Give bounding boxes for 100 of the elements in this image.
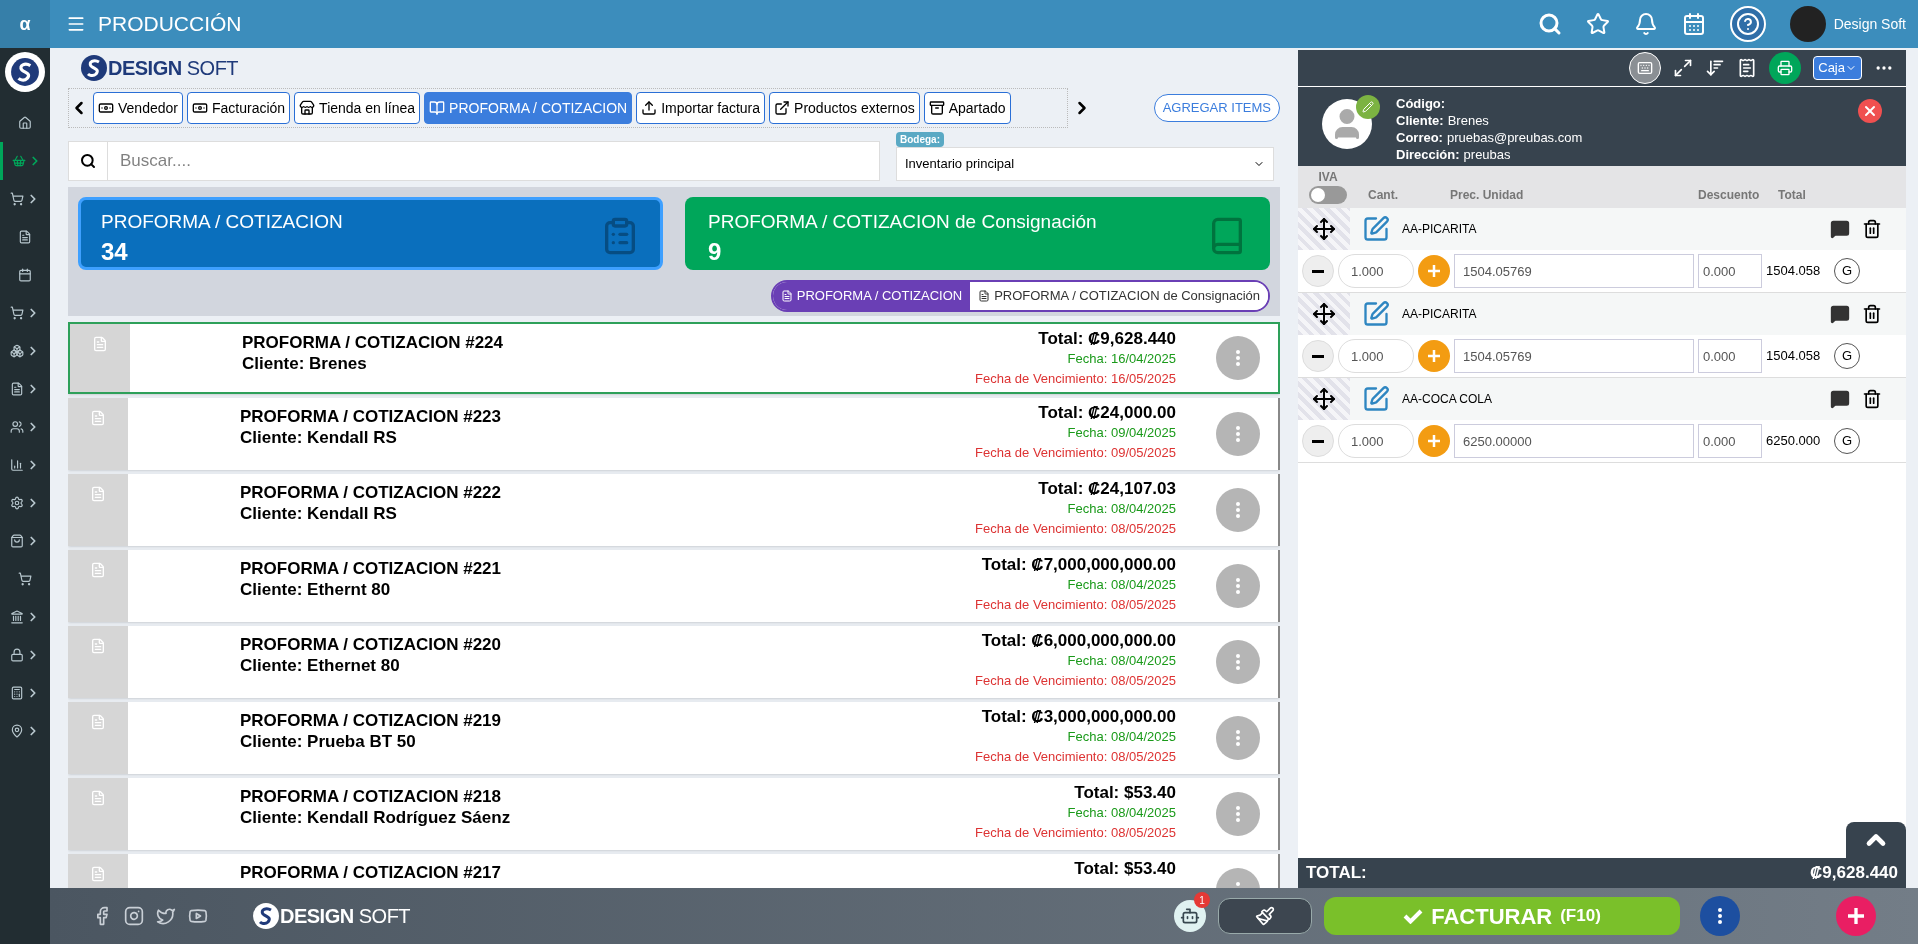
- register-dropdown[interactable]: Caja: [1813, 56, 1862, 80]
- bell-icon[interactable]: [1633, 12, 1658, 36]
- plus-icon: [1428, 265, 1440, 277]
- due-date: Fecha de Vencimiento: 08/05/2025: [975, 519, 1176, 538]
- tab-icon: [191, 100, 208, 116]
- clean-button[interactable]: [1218, 898, 1312, 934]
- drag-handle[interactable]: [1298, 378, 1350, 420]
- kebab-icon: [1236, 502, 1240, 518]
- document-icon: [90, 866, 106, 882]
- comment-icon[interactable]: [1830, 219, 1850, 239]
- tab[interactable]: PROFORMA / COTIZACION: [424, 92, 633, 124]
- keyboard-button[interactable]: [1629, 52, 1662, 84]
- tab-icon: [299, 100, 316, 116]
- document-card[interactable]: PROFORMA / COTIZACION #218 Cliente: Kendall Rodríguez Sáenz Total: $53.40 Fecha: 08/04/2025 Fecha de Vencimiento: 08/05/2025: [68, 778, 1280, 850]
- iva-toggle[interactable]: [1309, 186, 1347, 204]
- discount-field[interactable]: 0.000: [1698, 339, 1762, 373]
- drag-handle[interactable]: [1298, 208, 1350, 250]
- add-button[interactable]: [1836, 896, 1876, 936]
- summary-card[interactable]: PROFORMA / COTIZACION 34: [78, 197, 663, 270]
- document-card[interactable]: PROFORMA / COTIZACION #220 Cliente: Ethernet 80 Total: ₡6,000,000,000.00 Fecha: 08/04/2025 Fecha de Vencimiento: 08/05/2025: [68, 626, 1280, 698]
- search-field[interactable]: Buscar....: [108, 141, 880, 181]
- unit-price-field[interactable]: 1504.05769: [1454, 254, 1694, 288]
- user-name[interactable]: Design Soft: [1833, 13, 1906, 35]
- robot-icon: [1180, 906, 1200, 926]
- document-card[interactable]: PROFORMA / COTIZACION #217 Total: $53.40: [68, 854, 1280, 888]
- help-button[interactable]: [1729, 6, 1766, 42]
- instagram-icon[interactable]: [124, 906, 144, 926]
- document-card[interactable]: PROFORMA / COTIZACION #224 Cliente: Brenes Total: ₡9,628.440 Fecha: 16/04/2025 Fecha de Vencimiento: 16/05/2025: [68, 322, 1280, 394]
- youtube-icon[interactable]: [188, 906, 208, 926]
- document-card[interactable]: PROFORMA / COTIZACION #223 Cliente: Kendall RS Total: ₡24,000.00 Fecha: 09/04/2025 Fecha de Vencimiento: 09/05/2025: [68, 398, 1280, 470]
- more-actions-button[interactable]: [1700, 896, 1740, 936]
- view-toggle-button[interactable]: PROFORMA / COTIZACION: [772, 282, 971, 310]
- quantity-field[interactable]: 1.000: [1338, 424, 1414, 458]
- field-label: Dirección:: [1396, 146, 1460, 163]
- decrease-button[interactable]: [1302, 255, 1334, 287]
- menu-item-icon: [10, 686, 24, 700]
- edit-customer-button[interactable]: [1356, 95, 1380, 119]
- tab[interactable]: Vendedor: [93, 92, 183, 124]
- calendar-icon[interactable]: [1681, 12, 1706, 36]
- product-name: AA-COCA COLA: [1402, 391, 1493, 408]
- minus-icon: [1312, 269, 1324, 273]
- print-button[interactable]: [1769, 52, 1802, 84]
- delete-icon[interactable]: [1862, 389, 1882, 409]
- tab[interactable]: Facturación: [186, 92, 291, 124]
- receipt-icon[interactable]: [1737, 58, 1758, 78]
- unit-price-field[interactable]: 6250.00000: [1454, 424, 1694, 458]
- document-card[interactable]: PROFORMA / COTIZACION #221 Cliente: Ethernt 80 Total: ₡7,000,000,000.00 Fecha: 08/04/2025 Fecha de Vencimiento: 08/05/2025: [68, 550, 1280, 622]
- quantity-field[interactable]: 1.000: [1338, 339, 1414, 373]
- document-card[interactable]: PROFORMA / COTIZACION #219 Cliente: Prueba BT 50 Total: ₡3,000,000,000.00 Fecha: 08/04/2025 Fecha de Vencimiento: 08/05/2025: [68, 702, 1280, 774]
- document-card[interactable]: PROFORMA / COTIZACION #222 Cliente: Kendall RS Total: ₡24,107.03 Fecha: 08/04/2025 Fecha de Vencimiento: 08/05/2025: [68, 474, 1280, 546]
- edit-icon[interactable]: [1362, 385, 1390, 413]
- comment-icon[interactable]: [1830, 389, 1850, 409]
- decrease-button[interactable]: [1302, 425, 1334, 457]
- edit-icon[interactable]: [1362, 215, 1390, 243]
- kebab-icon: [1236, 578, 1240, 594]
- sort-icon[interactable]: [1705, 58, 1726, 78]
- total-label: TOTAL:: [1306, 862, 1367, 885]
- edit-icon[interactable]: [1362, 300, 1390, 328]
- document-total: Total: ₡3,000,000,000.00: [981, 706, 1176, 728]
- quantity-field[interactable]: 1.000: [1338, 254, 1414, 288]
- document-total: Total: ₡9,628.440: [1038, 328, 1176, 350]
- user-avatar[interactable]: [1789, 6, 1826, 42]
- search-button[interactable]: [68, 141, 108, 181]
- comment-icon[interactable]: [1830, 304, 1850, 324]
- close-button[interactable]: [1858, 99, 1882, 123]
- tab[interactable]: Importar factura: [636, 92, 766, 124]
- warehouse-select[interactable]: Inventario principal: [896, 147, 1274, 181]
- discount-field[interactable]: 0.000: [1698, 424, 1762, 458]
- tab-icon: [98, 100, 114, 116]
- add-items-button[interactable]: AGREGAR ITEMS: [1153, 94, 1280, 122]
- delete-icon[interactable]: [1862, 304, 1882, 324]
- client-name: Cliente: Brenes: [242, 353, 368, 375]
- document-title: PROFORMA / COTIZACION #220: [240, 634, 501, 656]
- field-value: pruebas@preubas.com: [1446, 129, 1583, 146]
- document-icon: [90, 790, 106, 806]
- app-logo[interactable]: α: [0, 0, 50, 48]
- search-icon[interactable]: [1537, 12, 1562, 36]
- unit-price-field[interactable]: 1504.05769: [1454, 339, 1694, 373]
- field-value: Brenes: [1447, 112, 1489, 129]
- document-title: PROFORMA / COTIZACION #224: [242, 332, 503, 354]
- expand-icon[interactable]: [1673, 58, 1694, 78]
- document-date: Fecha: 08/04/2025: [1067, 728, 1176, 747]
- delete-icon[interactable]: [1862, 219, 1882, 239]
- menu-item-icon: [10, 458, 24, 472]
- scroll-top-button[interactable]: [1846, 822, 1906, 858]
- decrease-button[interactable]: [1302, 340, 1334, 372]
- tab[interactable]: Apartado: [923, 92, 1011, 124]
- tab[interactable]: Tienda en línea: [294, 92, 421, 124]
- iva-label: IVA: [1318, 169, 1338, 186]
- tab[interactable]: Productos externos: [769, 92, 920, 124]
- drag-handle[interactable]: [1298, 293, 1350, 335]
- card-title: PROFORMA / COTIZACION: [101, 210, 343, 234]
- twitter-icon[interactable]: [156, 906, 176, 926]
- menu-item-icon: [10, 610, 24, 624]
- discount-field[interactable]: 0.000: [1698, 254, 1762, 288]
- tab-icon: [641, 100, 658, 116]
- menu-icon[interactable]: [66, 14, 86, 34]
- star-icon[interactable]: [1585, 12, 1610, 36]
- tab-icon: [928, 100, 945, 116]
- brand-logo-icon: [80, 54, 108, 82]
